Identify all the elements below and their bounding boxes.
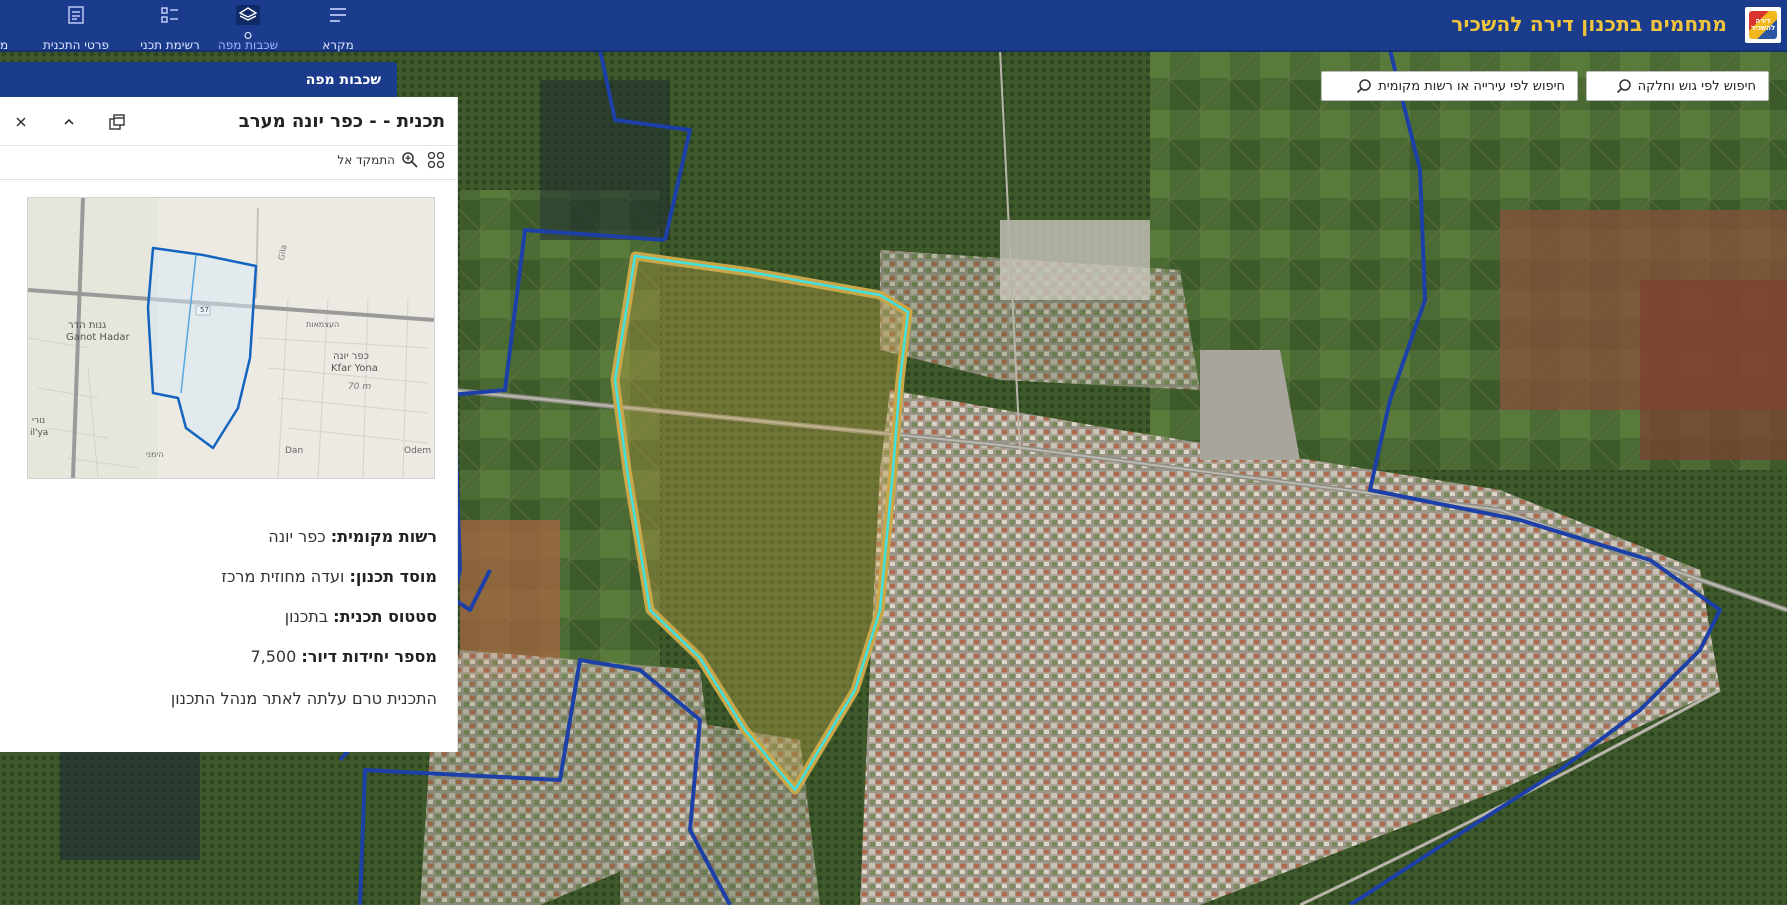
info-value: 7,500 — [250, 647, 297, 666]
map-label-elevation: 70 m — [348, 382, 372, 392]
panel-header: שכבות מפה — [0, 62, 397, 97]
info-label: רשות מקומית: — [330, 527, 437, 546]
map-label-odem: Odem — [404, 446, 432, 456]
search-by-parcel-button[interactable]: חיפוש לפי גוש וחלקה — [1586, 71, 1769, 101]
info-value: בתכנון — [284, 607, 329, 626]
info-label: סטטוס תכנית: — [333, 607, 437, 626]
top-nav: מקרא שכבות מפה רשימת תכני פרטי התכנית מ — [0, 0, 360, 52]
map-label-kfar-yona-he: כפר יונה — [333, 351, 369, 362]
nav-truncated-label[interactable]: מ — [0, 38, 8, 52]
top-bar: דירה להשכיר מתחמים בתכנון דירה להשכיר מק… — [0, 0, 1787, 52]
info-value: ועדה מחוזית מרכז — [221, 567, 345, 586]
collapse-button[interactable] — [56, 109, 82, 135]
search-icon — [1616, 79, 1631, 94]
layers-icon — [236, 5, 260, 25]
plan-details-icon — [68, 6, 84, 24]
road-shield-57: 57 — [200, 306, 209, 314]
info-housing-units: מספר יחידות דיור: 7,500 — [250, 647, 437, 666]
zoom-to-button[interactable]: התמקד אל — [337, 151, 419, 169]
dock-button[interactable] — [104, 109, 130, 135]
nav-map-layers-label: שכבות מפה — [217, 38, 279, 52]
map-label-iya: il'ya — [30, 428, 49, 438]
info-planning-institution: מוסד תכנון: ועדה מחוזית מרכז — [221, 567, 437, 586]
close-icon — [16, 117, 26, 127]
search-by-parcel-label: חיפוש לפי גוש וחלקה — [1637, 78, 1756, 94]
plan-thumbnail-map[interactable]: 57 גנות הדר Ganot Hadar כפר יונה Kfar Yo… — [27, 197, 435, 479]
map-label-ganot-hadar-en: Ganot Hadar — [66, 332, 130, 343]
plan-note: התכנית טרם עלתה לאתר מנהל התכנון — [170, 689, 437, 708]
map-layers-panel: שכבות מפה תכנית - - כפר יונה מערב התמקד … — [0, 62, 458, 752]
map-label-ganot-hadar-he: גנות הדר — [68, 320, 107, 331]
search-by-city-button[interactable]: חיפוש לפי עירייה או רשות מקומית — [1321, 71, 1578, 101]
info-local-authority: רשות מקומית: כפר יונה — [268, 527, 437, 546]
options-grid-icon[interactable] — [427, 151, 445, 169]
legend-icon — [330, 8, 346, 22]
info-label: מוסד תכנון: — [349, 567, 437, 586]
nav-plans-list-label: רשימת תכני — [140, 38, 200, 52]
nav-plan-details-label: פרטי התכנית — [43, 38, 109, 52]
map-label-nori: נורי — [32, 416, 46, 426]
zoom-to-label: התמקד אל — [337, 153, 395, 167]
logo-mark: דירה להשכיר — [1749, 11, 1777, 39]
app-logo[interactable]: דירה להשכיר — [1745, 7, 1781, 43]
map-label-street: העצמאות — [306, 320, 340, 329]
actions-row: התמקד אל — [337, 151, 445, 169]
search-by-city-label: חיפוש לפי עירייה או רשות מקומית — [1378, 78, 1565, 94]
plan-popup: תכנית - - כפר יונה מערב התמקד אל 57 גנות… — [0, 97, 458, 752]
nav-plan-details[interactable]: פרטי התכנית — [43, 0, 109, 52]
nav-plans-list[interactable]: רשימת תכני — [140, 0, 200, 52]
info-value: כפר יונה — [268, 527, 326, 546]
map-label-street-2: הימני — [146, 450, 164, 459]
zoom-in-icon — [402, 152, 418, 168]
dock-icon — [109, 114, 125, 130]
divider — [0, 179, 457, 180]
map-label-kfar-yona-en: Kfar Yona — [331, 363, 378, 374]
map-label-dan: Dan — [285, 446, 304, 456]
list-icon — [161, 7, 178, 23]
app-title: מתחמים בתכנון דירה להשכיר — [1451, 12, 1727, 36]
info-label: מספר יחידות דיור: — [301, 647, 437, 666]
search-icon — [1357, 79, 1371, 94]
nav-legend[interactable]: מקרא — [312, 0, 364, 52]
plan-title: תכנית - - כפר יונה מערב — [238, 111, 445, 132]
info-plan-status: סטטוס תכנית: בתכנון — [285, 607, 437, 626]
chevron-up-icon — [64, 118, 74, 125]
close-button[interactable] — [8, 109, 34, 135]
nav-legend-label: מקרא — [322, 38, 354, 52]
nav-map-layers[interactable]: שכבות מפה — [218, 0, 278, 52]
divider — [0, 145, 457, 146]
